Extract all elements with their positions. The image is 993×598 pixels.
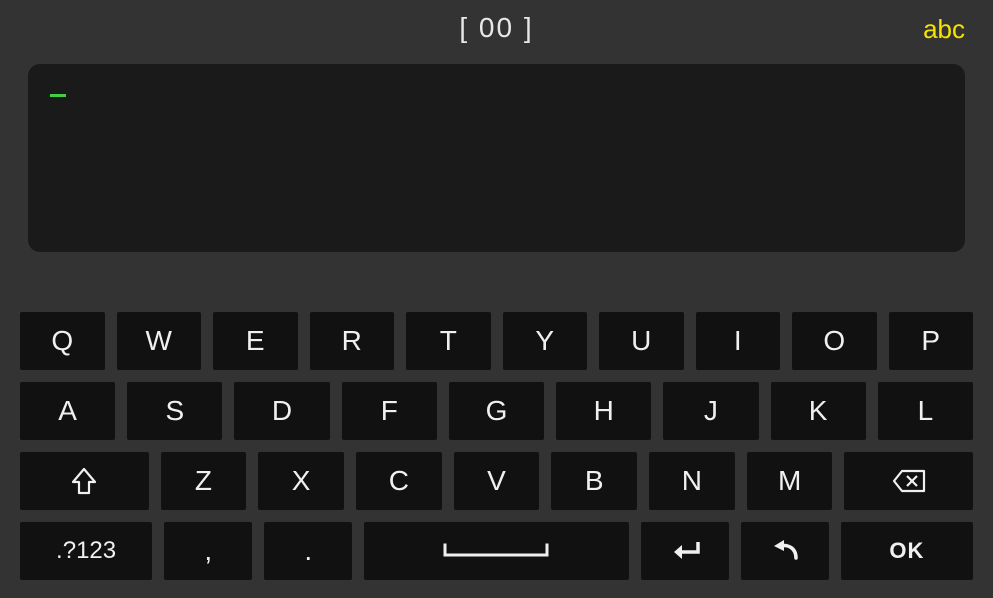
text-cursor [50,94,66,97]
keyboard-row-4: .?123 , . OK [20,522,973,580]
key-undo[interactable] [741,522,829,580]
key-w[interactable]: W [117,312,202,370]
key-b[interactable]: B [551,452,637,510]
enter-icon [668,539,702,563]
key-t[interactable]: T [406,312,491,370]
key-backspace[interactable] [844,452,973,510]
key-p[interactable]: P [889,312,974,370]
key-ok[interactable]: OK [841,522,973,580]
key-h[interactable]: H [556,382,651,440]
key-o[interactable]: O [792,312,877,370]
shift-icon [71,467,97,495]
key-q[interactable]: Q [20,312,105,370]
key-c[interactable]: C [356,452,442,510]
key-j[interactable]: J [663,382,758,440]
key-m[interactable]: M [747,452,833,510]
key-period[interactable]: . [264,522,352,580]
keyboard-row-2: A S D F G H J K L [20,382,973,440]
key-symbols[interactable]: .?123 [20,522,152,580]
key-shift[interactable] [20,452,149,510]
key-g[interactable]: G [449,382,544,440]
key-e[interactable]: E [213,312,298,370]
key-space[interactable] [364,522,628,580]
space-icon [441,541,551,561]
key-y[interactable]: Y [503,312,588,370]
key-a[interactable]: A [20,382,115,440]
keyboard: Q W E R T Y U I O P A S D F G H J K L Z … [0,300,993,598]
key-z[interactable]: Z [161,452,247,510]
key-enter[interactable] [641,522,729,580]
key-f[interactable]: F [342,382,437,440]
key-d[interactable]: D [234,382,329,440]
undo-icon [770,538,800,564]
key-r[interactable]: R [310,312,395,370]
keyboard-row-1: Q W E R T Y U I O P [20,312,973,370]
char-counter: [ 00 ] [459,12,533,44]
key-l[interactable]: L [878,382,973,440]
key-u[interactable]: U [599,312,684,370]
key-x[interactable]: X [258,452,344,510]
key-i[interactable]: I [696,312,781,370]
key-comma[interactable]: , [164,522,252,580]
text-input-area[interactable] [28,64,965,252]
key-v[interactable]: V [454,452,540,510]
backspace-icon [892,469,926,493]
key-n[interactable]: N [649,452,735,510]
key-k[interactable]: K [771,382,866,440]
input-mode-toggle[interactable]: abc [923,14,965,45]
key-s[interactable]: S [127,382,222,440]
keyboard-row-3: Z X C V B N M [20,452,973,510]
